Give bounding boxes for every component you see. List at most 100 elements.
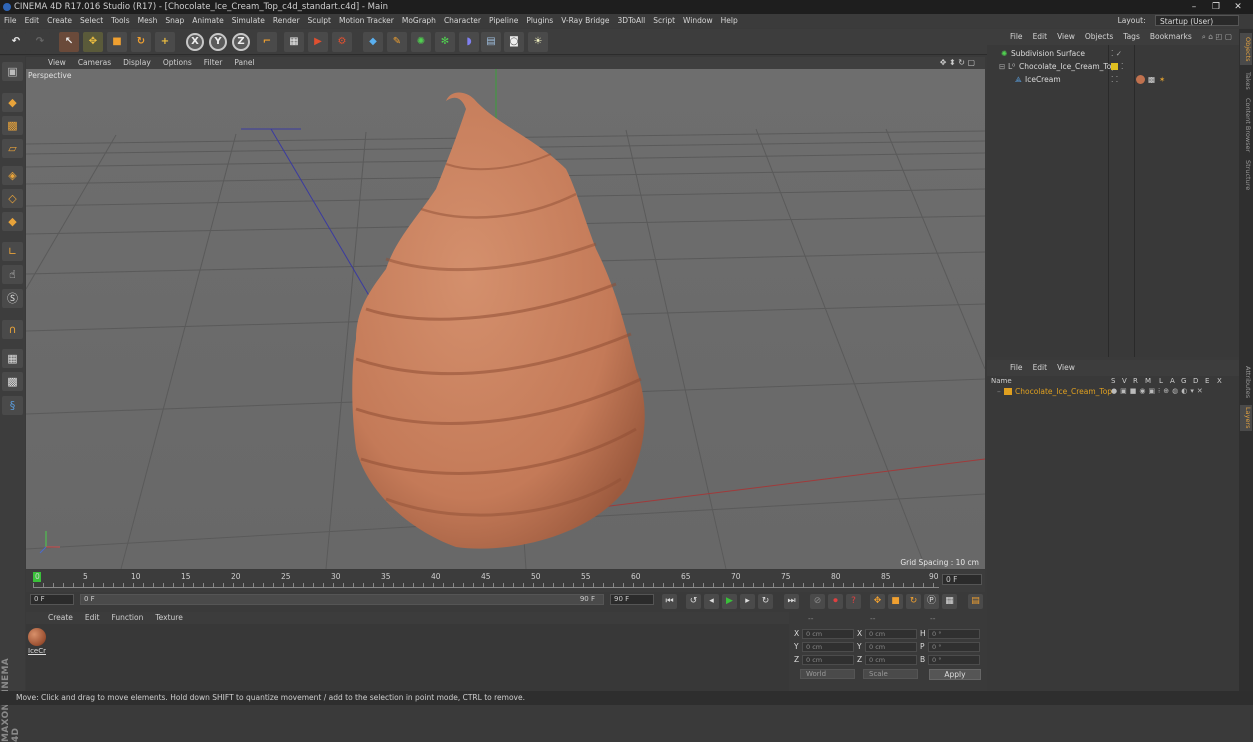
- menu-character[interactable]: Character: [440, 14, 485, 28]
- material-menu-texture[interactable]: Texture: [149, 612, 188, 624]
- autokey-icon[interactable]: ⏺: [828, 594, 843, 609]
- light-icon[interactable]: ☀: [528, 32, 548, 52]
- om-nav-icons[interactable]: ⌕ ⌂ ◰ ▢: [1197, 29, 1237, 45]
- edges-mode-icon[interactable]: ◇: [2, 189, 23, 208]
- layer-toggle-icons[interactable]: ●▣■◉▣⁝⊕◍◐▾✕: [1111, 385, 1206, 398]
- menu-3dtoall[interactable]: 3DToAll: [614, 14, 650, 28]
- om-menu-objects[interactable]: Objects: [1080, 29, 1118, 45]
- next-key-icon[interactable]: ↻: [758, 594, 773, 609]
- rot-p-field[interactable]: 0 °: [928, 642, 980, 652]
- size-mode-dropdown[interactable]: Scale: [863, 669, 918, 679]
- tweak-mode-icon[interactable]: ☝: [2, 265, 23, 284]
- key-position-icon[interactable]: ✥: [870, 594, 885, 609]
- scale-tool-icon[interactable]: ■: [107, 32, 127, 52]
- texture-tag-icon[interactable]: ▩: [1148, 73, 1155, 86]
- render-view-icon[interactable]: ▦: [284, 32, 304, 52]
- z-axis-lock-icon[interactable]: Z: [232, 33, 250, 51]
- texture-mode-icon[interactable]: ▩: [2, 116, 23, 135]
- side-tab-takes[interactable]: Takes: [1240, 69, 1252, 93]
- undo-icon[interactable]: ↶: [6, 32, 26, 52]
- om-menu-tags[interactable]: Tags: [1118, 29, 1145, 45]
- frame-ruler[interactable]: 0 5 10 15 20 25 30 35 40 45 50 55 60 65 …: [33, 570, 939, 590]
- menu-tools[interactable]: Tools: [107, 14, 133, 28]
- perspective-viewport[interactable]: Perspective Grid Spacing : 10 cm: [26, 69, 985, 569]
- size-y-field[interactable]: 0 cm: [865, 642, 917, 652]
- key-parameter-icon[interactable]: Ⓟ: [924, 594, 939, 609]
- locked-workplane-icon[interactable]: ▩: [2, 372, 23, 391]
- apply-button[interactable]: Apply: [929, 669, 981, 680]
- menu-file[interactable]: File: [0, 14, 21, 28]
- maximize-button[interactable]: ❐: [1205, 1, 1227, 13]
- layer-name[interactable]: Chocolate_Ice_Cream_Top: [1015, 385, 1112, 398]
- rot-b-field[interactable]: 0 °: [928, 655, 980, 665]
- lm-menu-view[interactable]: View: [1052, 360, 1080, 376]
- side-tab-layers[interactable]: Layers: [1240, 405, 1252, 431]
- menu-window[interactable]: Window: [679, 14, 717, 28]
- menu-snap[interactable]: Snap: [161, 14, 188, 28]
- go-to-start-icon[interactable]: ⏮: [662, 594, 677, 609]
- object-row-chocolate-ice-cream-top[interactable]: ⊟ L⁰ Chocolate_Ice_Cream_Top ⁚: [987, 60, 1239, 73]
- pos-z-field[interactable]: 0 cm: [802, 655, 854, 665]
- material-menu-function[interactable]: Function: [105, 612, 149, 624]
- menu-render[interactable]: Render: [269, 14, 304, 28]
- pen-spline-icon[interactable]: ✎: [387, 32, 407, 52]
- material-name[interactable]: IceCr: [28, 647, 46, 655]
- magnet-icon[interactable]: ∩: [2, 320, 23, 339]
- previous-key-icon[interactable]: ↺: [686, 594, 701, 609]
- pos-y-field[interactable]: 0 cm: [802, 642, 854, 652]
- menu-create[interactable]: Create: [43, 14, 76, 28]
- viewport-menu-view[interactable]: View: [42, 57, 72, 69]
- polygons-mode-icon[interactable]: ◆: [2, 212, 23, 231]
- viewport-menu-cameras[interactable]: Cameras: [72, 57, 117, 69]
- menu-script[interactable]: Script: [649, 14, 679, 28]
- frame-range-slider[interactable]: 0 F 90 F: [80, 594, 604, 605]
- close-button[interactable]: ✕: [1227, 1, 1249, 13]
- camera-icon[interactable]: ◙: [504, 32, 524, 52]
- side-tab-attributes[interactable]: Attributes: [1240, 363, 1252, 401]
- viewport-menu-panel[interactable]: Panel: [228, 57, 260, 69]
- side-tab-structure[interactable]: Structure: [1240, 157, 1252, 193]
- object-row-subdivision-surface[interactable]: ✺ Subdivision Surface ⁚ ✓: [987, 47, 1239, 60]
- om-menu-edit[interactable]: Edit: [1028, 29, 1053, 45]
- layer-color-swatch[interactable]: [1004, 388, 1012, 395]
- rot-h-field[interactable]: 0 °: [928, 629, 980, 639]
- size-x-field[interactable]: 0 cm: [865, 629, 917, 639]
- render-settings-icon[interactable]: ⚙: [332, 32, 352, 52]
- material-preview-swatch[interactable]: [28, 628, 46, 646]
- end-frame-field[interactable]: 90 F: [610, 594, 654, 605]
- layout-dropdown[interactable]: Startup (User): [1155, 15, 1239, 26]
- material-menu-edit[interactable]: Edit: [79, 612, 106, 624]
- subdivision-surface-icon[interactable]: ✺: [411, 32, 431, 52]
- coordinate-system-icon[interactable]: ⌐: [257, 32, 277, 52]
- start-frame-field[interactable]: 0 F: [30, 594, 74, 605]
- rotate-tool-icon[interactable]: ↻: [131, 32, 151, 52]
- layer-color-swatch[interactable]: [1111, 63, 1118, 70]
- axis-mode-icon[interactable]: ∟: [2, 242, 23, 261]
- viewport-nav-icons[interactable]: ✥ ⬍ ↻ ▢: [934, 57, 981, 69]
- workplane-icon[interactable]: ▦: [2, 349, 23, 368]
- lm-menu-edit[interactable]: Edit: [1028, 360, 1053, 376]
- current-frame-field[interactable]: 0 F: [942, 574, 982, 585]
- key-rotation-icon[interactable]: ↻: [906, 594, 921, 609]
- workplane-mode-icon[interactable]: ▱: [2, 139, 23, 158]
- material-menu-create[interactable]: Create: [42, 612, 79, 624]
- viewport-menu-filter[interactable]: Filter: [198, 57, 229, 69]
- keyframe-selection-icon[interactable]: ?: [846, 594, 861, 609]
- menu-mograph[interactable]: MoGraph: [398, 14, 440, 28]
- om-menu-view[interactable]: View: [1052, 29, 1080, 45]
- timeline-ruler[interactable]: 0 5 10 15 20 25 30 35 40 45 50 55 60 65 …: [26, 570, 985, 592]
- side-tab-objects[interactable]: Objects: [1240, 33, 1252, 65]
- menu-motion-tracker[interactable]: Motion Tracker: [335, 14, 398, 28]
- render-picture-viewer-icon[interactable]: ▶: [308, 32, 328, 52]
- menu-help[interactable]: Help: [717, 14, 742, 28]
- snap-icon[interactable]: Ⓢ: [2, 289, 23, 308]
- viewport-menu-options[interactable]: Options: [157, 57, 198, 69]
- menu-vray-bridge[interactable]: V-Ray Bridge: [557, 14, 613, 28]
- array-generator-icon[interactable]: ✻: [435, 32, 455, 52]
- python-icon[interactable]: §: [2, 396, 23, 415]
- y-axis-lock-icon[interactable]: Y: [209, 33, 227, 51]
- deformer-icon[interactable]: ◗: [459, 32, 479, 52]
- cube-primitive-icon[interactable]: ◆: [363, 32, 383, 52]
- play-icon[interactable]: ▶: [722, 594, 737, 609]
- lm-menu-file[interactable]: File: [1005, 360, 1028, 376]
